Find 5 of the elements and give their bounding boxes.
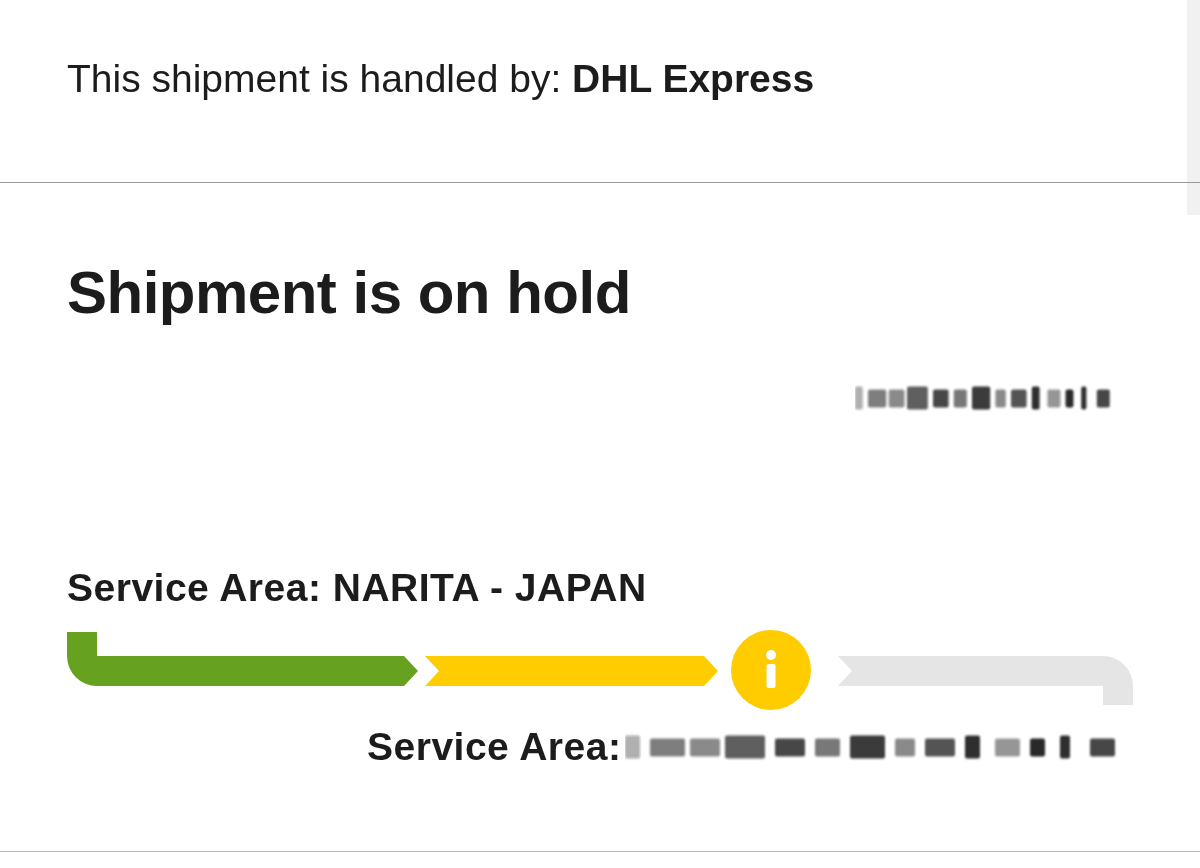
- origin-service-area: Service Area: NARITA - JAPAN: [67, 567, 647, 609]
- status-title: Shipment is on hold: [67, 260, 631, 326]
- carrier-line: This shipment is handled by: DHL Express: [67, 56, 815, 102]
- destination-service-area: Service Area:: [367, 726, 622, 768]
- scrollbar[interactable]: [1187, 0, 1200, 215]
